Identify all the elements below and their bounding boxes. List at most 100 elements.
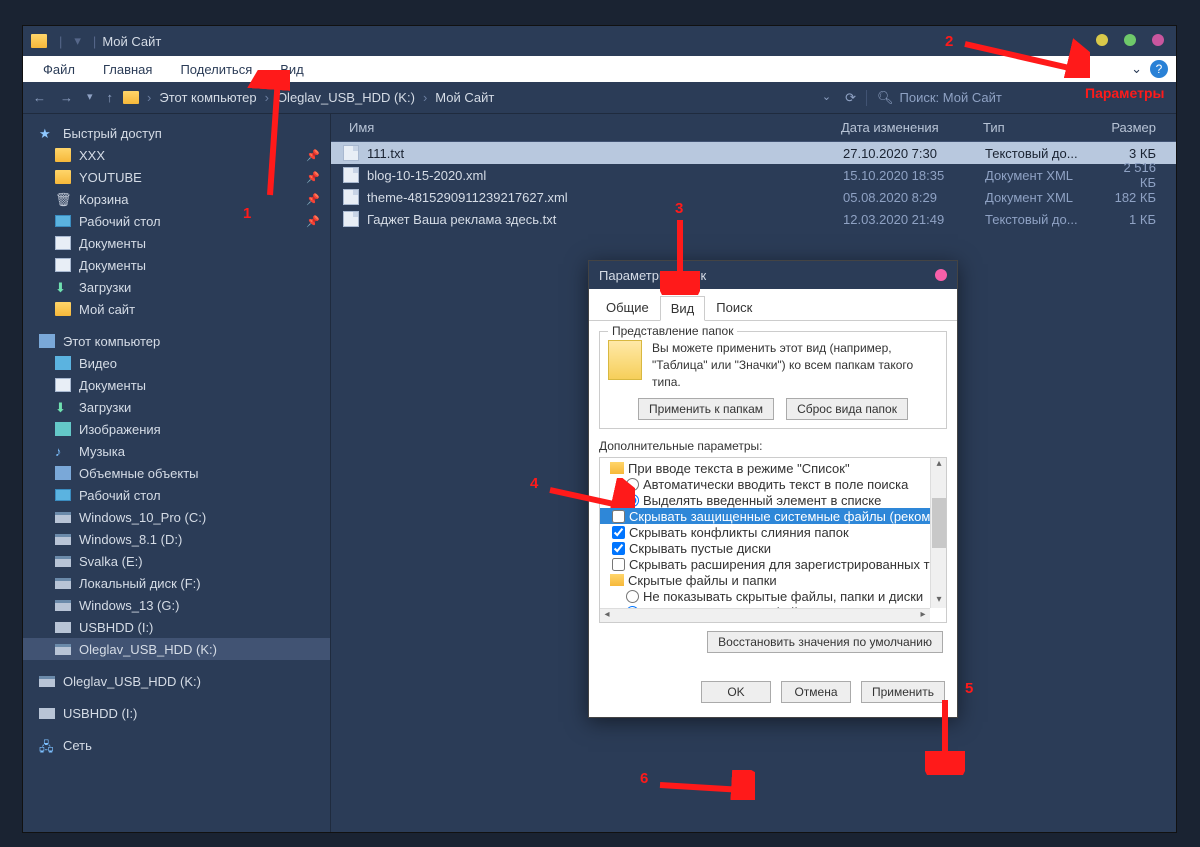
sidebar-item[interactable]: ⬇Загрузки [23, 396, 330, 418]
sidebar-item[interactable]: Windows_8.1 (D:) [23, 528, 330, 550]
apply-button[interactable]: Применить [861, 681, 945, 703]
adv-option[interactable]: Скрывать расширения для зарегистрированн… [600, 556, 946, 572]
back-icon[interactable]: ← [33, 90, 46, 105]
sidebar-item[interactable]: Oleglav_USB_HDD (K:) [23, 638, 330, 660]
crumb-drive[interactable]: Oleglav_USB_HDD (K:) [277, 90, 415, 105]
table-row[interactable]: Гаджет Ваша реклама здесь.txt12.03.2020 … [331, 208, 1176, 230]
folder-icon [610, 574, 624, 586]
sidebar-item[interactable]: 🗑Корзина📌 [23, 188, 330, 210]
sidebar-item[interactable]: Объемные объекты [23, 462, 330, 484]
apply-to-folders-button[interactable]: Применить к папкам [638, 398, 774, 420]
separator: | [59, 34, 62, 49]
search-placeholder: Поиск: Мой Сайт [900, 90, 1002, 105]
adv-option[interactable]: Скрывать защищенные системные файлы (рек… [600, 508, 946, 524]
sidebar-item[interactable]: ⬇Загрузки [23, 276, 330, 298]
sidebar-item[interactable]: Рабочий стол [23, 484, 330, 506]
sidebar-item[interactable]: XXX📌 [23, 144, 330, 166]
cancel-button[interactable]: Отмена [781, 681, 851, 703]
scroll-down-icon[interactable]: ▾ [931, 594, 947, 608]
radio[interactable] [626, 494, 639, 507]
adv-option[interactable]: Не показывать скрытые файлы, папки и дис… [600, 588, 946, 604]
checkbox[interactable] [612, 510, 625, 523]
crumb-pc[interactable]: Этот компьютер [159, 90, 256, 105]
adv-option[interactable]: Скрывать пустые диски [600, 540, 946, 556]
ok-button[interactable]: OK [701, 681, 771, 703]
sidebar-item[interactable]: Oleglav_USB_HDD (K:) [23, 670, 330, 692]
sidebar-item[interactable]: Документы [23, 232, 330, 254]
desk-icon [55, 489, 71, 501]
menu-share[interactable]: Поделиться [166, 58, 266, 81]
radio[interactable] [626, 478, 639, 491]
annotation-1: 1 [243, 205, 251, 222]
table-row[interactable]: blog-10-15-2020.xml15.10.2020 18:35Докум… [331, 164, 1176, 186]
annotation-5: 5 [965, 680, 973, 697]
adv-option[interactable]: Скрывать конфликты слияния папок [600, 524, 946, 540]
tab-search[interactable]: Поиск [705, 295, 763, 320]
reset-folders-button[interactable]: Сброс вида папок [786, 398, 908, 420]
sidebar-item[interactable]: YOUTUBE📌 [23, 166, 330, 188]
sidebar-item[interactable]: Видео [23, 352, 330, 374]
forward-icon[interactable]: → [60, 90, 73, 105]
radio[interactable] [626, 590, 639, 603]
chevron-down-icon[interactable]: ▾ [87, 90, 93, 105]
scroll-right-icon[interactable]: ▸ [916, 609, 930, 623]
sidebar-item[interactable]: Изображения [23, 418, 330, 440]
menubar: Файл Главная Поделиться Вид ⌄ ? [23, 56, 1176, 82]
sidebar-item[interactable]: Документы [23, 374, 330, 396]
scrollbar-horizontal[interactable]: ◂ ▸ [600, 608, 930, 622]
chevron-down-icon[interactable]: ⌄ [1131, 61, 1142, 77]
scrollbar-thumb[interactable] [932, 498, 946, 548]
sidebar-item[interactable]: Рабочий стол📌 [23, 210, 330, 232]
sidebar-item[interactable]: Мой сайт [23, 298, 330, 320]
restore-defaults-button[interactable]: Восстановить значения по умолчанию [707, 631, 943, 653]
help-icon[interactable]: ? [1150, 60, 1168, 78]
col-name[interactable]: Имя [349, 120, 841, 135]
minimize-dot[interactable] [1096, 34, 1108, 46]
music-icon: ♪ [55, 444, 71, 458]
breadcrumb[interactable]: › Этот компьютер › Oleglav_USB_HDD (K:) … [123, 90, 812, 105]
sidebar-quick-access[interactable]: ★Быстрый доступ [23, 122, 330, 144]
advanced-settings[interactable]: При вводе текста в режиме "Список"Автома… [599, 457, 947, 623]
close-dot[interactable] [1152, 34, 1164, 46]
sidebar-item[interactable]: Svalka (E:) [23, 550, 330, 572]
col-date[interactable]: Дата изменения [841, 120, 983, 135]
table-row[interactable]: 111.txt27.10.2020 7:30Текстовый до...3 К… [331, 142, 1176, 164]
crumb-folder[interactable]: Мой Сайт [435, 90, 494, 105]
trash-icon: 🗑 [55, 192, 71, 206]
adv-option[interactable]: Автоматически вводить текст в поле поиск… [600, 476, 946, 492]
sidebar-this-pc[interactable]: Этот компьютер [23, 330, 330, 352]
sidebar-item[interactable]: Документы [23, 254, 330, 276]
checkbox[interactable] [612, 542, 625, 555]
sidebar-item[interactable]: Windows_10_Pro (C:) [23, 506, 330, 528]
dialog-buttons: OK Отмена Применить [589, 661, 957, 717]
close-icon[interactable] [935, 269, 947, 281]
sidebar-item[interactable]: Локальный диск (F:) [23, 572, 330, 594]
sidebar-item[interactable]: ♪Музыка [23, 440, 330, 462]
tab-general[interactable]: Общие [595, 295, 660, 320]
checkbox[interactable] [612, 526, 625, 539]
sidebar-item[interactable]: USBHDD (I:) [23, 616, 330, 638]
menu-file[interactable]: Файл [29, 58, 89, 81]
annotation-2: 2 [945, 33, 953, 50]
dialog-tabs: Общие Вид Поиск [589, 289, 957, 321]
col-type[interactable]: Тип [983, 120, 1111, 135]
sidebar-item[interactable]: USBHDD (I:) [23, 702, 330, 724]
scroll-up-icon[interactable]: ▴ [931, 458, 947, 472]
sidebar-network[interactable]: 🖧Сеть [23, 734, 330, 756]
col-size[interactable]: Размер [1111, 120, 1176, 135]
download-icon: ⬇ [55, 280, 71, 294]
scroll-left-icon[interactable]: ◂ [600, 609, 614, 623]
refresh-icon[interactable]: ⟳ [845, 90, 856, 106]
tab-view[interactable]: Вид [660, 296, 706, 321]
up-icon[interactable]: ↑ [107, 90, 114, 105]
table-row[interactable]: theme-4815290911239217627.xml05.08.2020 … [331, 186, 1176, 208]
scrollbar-vertical[interactable]: ▴ ▾ [930, 458, 946, 608]
menu-main[interactable]: Главная [89, 58, 166, 81]
chevron-down-icon[interactable]: ⌄ [822, 90, 831, 106]
maximize-dot[interactable] [1124, 34, 1136, 46]
menu-view[interactable]: Вид [266, 58, 318, 81]
adv-option[interactable]: Выделять введенный элемент в списке [600, 492, 946, 508]
sidebar-item[interactable]: Windows_13 (G:) [23, 594, 330, 616]
file-icon [343, 145, 359, 161]
checkbox[interactable] [612, 558, 625, 571]
